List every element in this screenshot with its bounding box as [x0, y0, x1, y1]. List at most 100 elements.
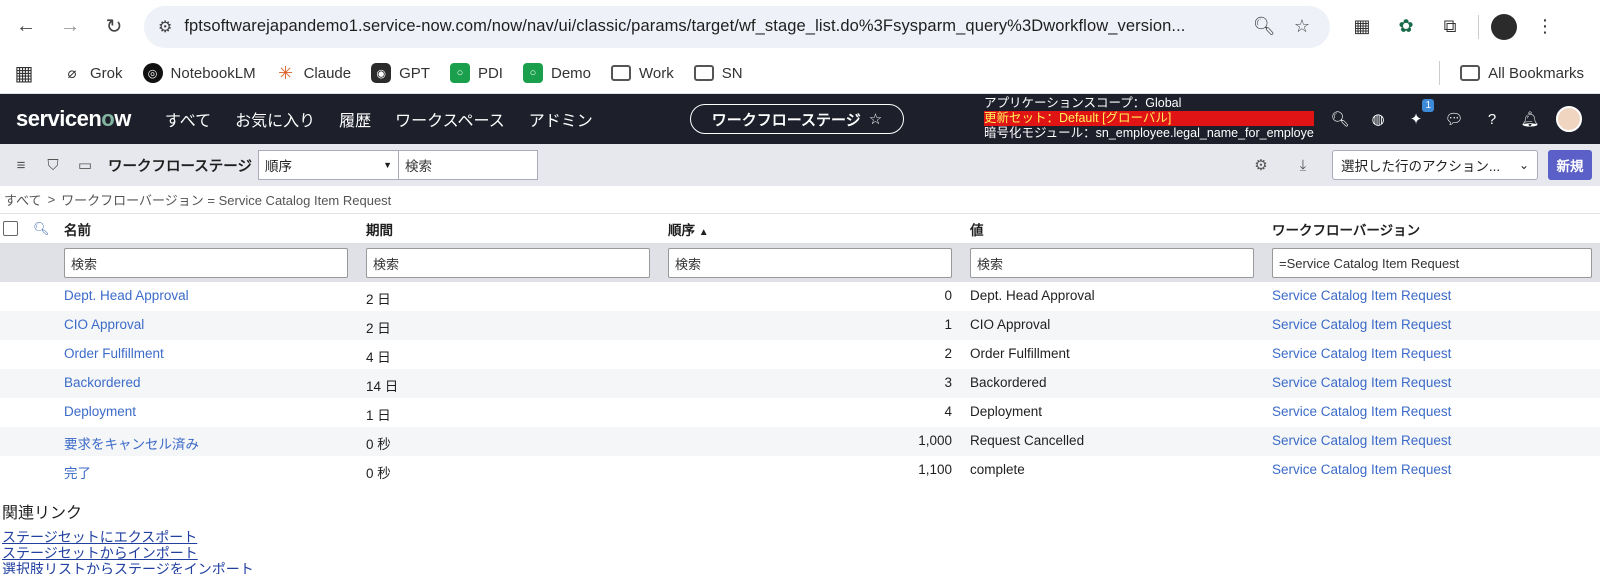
- user-avatar[interactable]: [1556, 106, 1582, 132]
- menu-all[interactable]: すべて: [165, 107, 211, 131]
- row-workflow-version-link[interactable]: Service Catalog Item Request: [1272, 346, 1451, 361]
- menu-admin[interactable]: アドミン: [529, 107, 593, 131]
- bookmark-notebooklm[interactable]: ◎ NotebookLM: [142, 63, 256, 83]
- all-bookmarks[interactable]: All Bookmarks: [1460, 65, 1584, 82]
- bookmark-star-icon[interactable]: ☆: [1288, 13, 1316, 41]
- column-header-workflow-version[interactable]: ワークフローバージョン: [1272, 219, 1420, 239]
- row-name-link[interactable]: Order Fulfillment: [64, 346, 164, 361]
- back-arrow-icon[interactable]: ←: [8, 9, 44, 45]
- sparkle-assist-icon[interactable]: ✦ 1: [1404, 99, 1434, 131]
- kebab-menu-icon[interactable]: ⋮: [1529, 11, 1561, 43]
- url-text[interactable]: fptsoftwarejapandemo1.service-now.com/no…: [184, 17, 1240, 36]
- address-bar[interactable]: ⚙ fptsoftwarejapandemo1.service-now.com/…: [144, 5, 1330, 48]
- row-duration: 2 日: [366, 321, 391, 336]
- download-icon[interactable]: ⤓: [1290, 152, 1316, 178]
- bookmark-demo[interactable]: ○ Demo: [522, 63, 591, 83]
- favorite-star-icon[interactable]: ☆: [869, 110, 882, 128]
- help-icon[interactable]: ?: [1480, 107, 1504, 131]
- zoom-icon[interactable]: 🔍︎: [1250, 13, 1278, 41]
- row-name-link[interactable]: 要求をキャンセル済み: [64, 433, 199, 453]
- export-to-stage-set-link[interactable]: ステージセットにエクスポート: [2, 529, 1598, 545]
- gpt-icon: ◉: [371, 63, 392, 83]
- menu-favorites[interactable]: お気に入り: [235, 107, 315, 131]
- filter-order-input[interactable]: 検索: [668, 248, 952, 278]
- app-scope: アプリケーションスコープ：Global: [984, 96, 1182, 110]
- row-workflow-version-link[interactable]: Service Catalog Item Request: [1272, 288, 1451, 303]
- settings-gear-icon[interactable]: ⚙: [1248, 152, 1274, 178]
- row-order: 0: [944, 288, 952, 303]
- row-name-link[interactable]: Deployment: [64, 404, 136, 419]
- bookmark-gpt[interactable]: ◉ GPT: [371, 63, 430, 83]
- search-icon[interactable]: 🔍︎: [1328, 107, 1352, 131]
- list-title[interactable]: ワークフローステージ: [108, 155, 252, 176]
- scope-info[interactable]: アプリケーションスコープ：Global 更新セット：Default [グローバル…: [984, 96, 1314, 141]
- reload-icon[interactable]: ↻: [96, 9, 132, 45]
- qr-code-icon[interactable]: ▦: [1346, 11, 1378, 43]
- column-header-order[interactable]: 順序 ▲: [668, 219, 709, 239]
- claude-icon: ✳: [278, 62, 294, 83]
- hamburger-menu-icon[interactable]: ≡: [8, 152, 34, 178]
- bookmark-folder-work[interactable]: Work: [611, 65, 674, 82]
- servicenow-logo[interactable]: servicenow: [16, 106, 131, 132]
- import-stages-from-choice-list-link[interactable]: 選択肢リストからステージをインポート: [2, 561, 1598, 574]
- menu-history[interactable]: 履歴: [339, 107, 371, 131]
- sort-field-select[interactable]: 順序 ▼: [257, 150, 399, 180]
- list-toolbar: ≡ ⛉ ▭ ワークフローステージ 順序 ▼ 検索 ⚙ ⤓ 選択した行のアクション…: [0, 144, 1600, 186]
- filter-workflow-version-input[interactable]: =Service Catalog Item Request: [1272, 248, 1592, 278]
- new-button[interactable]: 新規: [1548, 150, 1592, 180]
- chat-icon[interactable]: 💬︎: [1442, 107, 1466, 131]
- row-workflow-version-link[interactable]: Service Catalog Item Request: [1272, 375, 1451, 390]
- row-value: Deployment: [970, 404, 1043, 419]
- row-name-link[interactable]: 完了: [64, 462, 91, 482]
- list-comment-icon[interactable]: ▭: [72, 152, 98, 178]
- row-value: Backordered: [970, 375, 1047, 390]
- row-order: 4: [944, 404, 952, 419]
- notification-badge: 1: [1422, 99, 1434, 112]
- row-workflow-version-link[interactable]: Service Catalog Item Request: [1272, 317, 1451, 332]
- bookmark-claude[interactable]: ✳ Claude: [276, 62, 351, 83]
- column-header-duration[interactable]: 期間: [366, 219, 393, 239]
- import-from-stage-set-link[interactable]: ステージセットからインポート: [2, 545, 1598, 561]
- row-order: 1,100: [918, 462, 952, 477]
- row-order: 3: [944, 375, 952, 390]
- list-search-input[interactable]: 検索: [397, 150, 538, 180]
- menu-workspace[interactable]: ワークスペース: [395, 107, 505, 131]
- column-search-icon[interactable]: 🔍︎: [33, 221, 50, 237]
- breadcrumb-filter[interactable]: ワークフローバージョン = Service Catalog Item Reque…: [61, 190, 391, 209]
- table-row: Dept. Head Approval 2 日 0 Dept. Head Approv…: [0, 282, 1600, 311]
- row-workflow-version-link[interactable]: Service Catalog Item Request: [1272, 462, 1451, 477]
- forward-arrow-icon[interactable]: →: [52, 9, 88, 45]
- row-duration: 2 日: [366, 292, 391, 307]
- current-page-pill[interactable]: ワークフローステージ ☆: [690, 104, 904, 134]
- bell-icon[interactable]: 🔔︎: [1518, 107, 1542, 131]
- row-duration: 1 日: [366, 408, 391, 423]
- extension-gear-icon[interactable]: ✿: [1390, 11, 1422, 43]
- column-header-value[interactable]: 値: [970, 219, 984, 239]
- row-workflow-version-link[interactable]: Service Catalog Item Request: [1272, 404, 1451, 419]
- filter-duration-input[interactable]: 検索: [366, 248, 650, 278]
- filter-icon[interactable]: ⛉: [40, 152, 66, 178]
- bookmark-pdi[interactable]: ○ PDI: [449, 63, 503, 83]
- row-name-link[interactable]: Dept. Head Approval: [64, 288, 189, 303]
- site-info-icon[interactable]: ⚙: [158, 17, 172, 37]
- table-row: Order Fulfillment 4 日 2 Order Fulfillment Se…: [0, 340, 1600, 369]
- table-row: Backordered 14 日 3 Backordered Service Catal…: [0, 369, 1600, 398]
- globe-icon[interactable]: ◍: [1366, 107, 1390, 131]
- row-name-link[interactable]: CIO Approval: [64, 317, 144, 332]
- row-value: Order Fulfillment: [970, 346, 1070, 361]
- apps-grid-icon[interactable]: ▦: [14, 63, 42, 85]
- filter-name-input[interactable]: 検索: [64, 248, 348, 278]
- bookmark-folder-sn[interactable]: SN: [693, 65, 743, 82]
- folder-icon: [611, 65, 631, 81]
- row-value: Dept. Head Approval: [970, 288, 1095, 303]
- column-header-name[interactable]: 名前: [64, 219, 91, 239]
- bookmark-grok[interactable]: ⌀ Grok: [62, 63, 122, 83]
- breadcrumb-all[interactable]: すべて: [4, 190, 42, 209]
- browser-profile-avatar[interactable]: [1491, 13, 1517, 40]
- row-name-link[interactable]: Backordered: [64, 375, 141, 390]
- puzzle-extensions-icon[interactable]: ⧉: [1434, 11, 1466, 43]
- row-workflow-version-link[interactable]: Service Catalog Item Request: [1272, 433, 1451, 448]
- select-all-checkbox[interactable]: [3, 221, 18, 236]
- filter-value-input[interactable]: 検索: [970, 248, 1254, 278]
- row-actions-select[interactable]: 選択した行のアクション... ⌄: [1332, 150, 1538, 180]
